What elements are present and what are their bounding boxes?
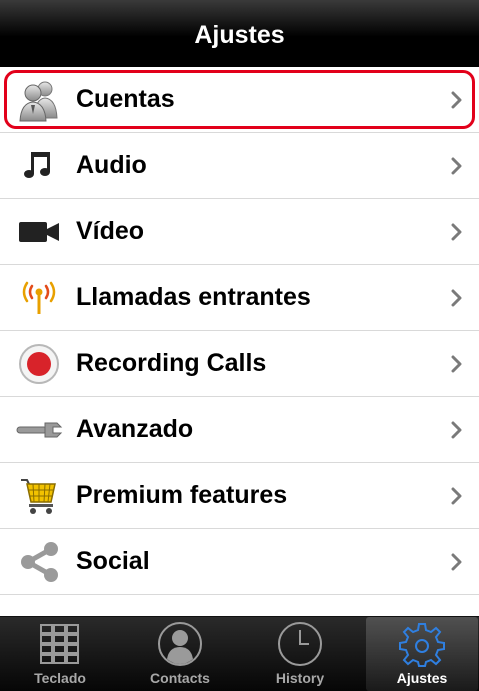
settings-item-label: Cuentas (76, 85, 175, 113)
settings-item-label: Vídeo (76, 217, 145, 245)
page-title: Ajustes (194, 21, 285, 49)
settings-item-llamadas-entrantes[interactable]: Llamadas entrantes (0, 265, 479, 331)
settings-item-audio[interactable]: Audio (0, 133, 479, 199)
chevron-right-icon (447, 289, 467, 307)
settings-list[interactable]: Cuentas Audio Vídeo Llamadas entrantes R… (0, 67, 479, 616)
record-icon (14, 339, 64, 389)
settings-item-label: Social (76, 547, 150, 575)
tab-contacts[interactable]: Contacts (120, 617, 240, 691)
settings-item-partial[interactable] (0, 595, 479, 616)
tab-label: Ajustes (396, 670, 448, 686)
antenna-icon (14, 273, 64, 323)
clock-icon (276, 620, 324, 668)
chevron-right-icon (447, 421, 467, 439)
keypad-icon (36, 620, 84, 668)
settings-item-label: Llamadas entrantes (76, 283, 311, 311)
chevron-right-icon (447, 157, 467, 175)
gear-icon (398, 620, 446, 668)
tab-ajustes[interactable]: Ajustes (366, 617, 478, 691)
share-icon (14, 537, 64, 587)
chevron-right-icon (447, 487, 467, 505)
chevron-right-icon (447, 91, 467, 109)
settings-item-label: Premium features (76, 481, 288, 509)
chevron-right-icon (447, 553, 467, 571)
navigation-bar: Ajustes (0, 0, 479, 67)
settings-item-label: Recording Calls (76, 349, 267, 377)
tab-bar: Teclado Contacts History Ajustes (0, 616, 479, 691)
settings-item-premium-features[interactable]: Premium features (0, 463, 479, 529)
partial-item-icon (14, 603, 64, 617)
settings-item-video[interactable]: Vídeo (0, 199, 479, 265)
settings-item-avanzado[interactable]: Avanzado (0, 397, 479, 463)
settings-item-cuentas[interactable]: Cuentas (0, 67, 479, 133)
accounts-icon (14, 75, 64, 125)
chevron-right-icon (447, 355, 467, 373)
chevron-right-icon (447, 223, 467, 241)
tab-teclado[interactable]: Teclado (0, 617, 120, 691)
settings-item-social[interactable]: Social (0, 529, 479, 595)
tab-label: Teclado (34, 670, 86, 686)
shopping-cart-icon (14, 471, 64, 521)
settings-item-recording-calls[interactable]: Recording Calls (0, 331, 479, 397)
tab-label: History (275, 670, 325, 686)
tab-history[interactable]: History (240, 617, 360, 691)
settings-item-label: Audio (76, 151, 147, 179)
settings-item-label: Avanzado (76, 415, 194, 443)
contacts-icon (156, 620, 204, 668)
video-camera-icon (14, 207, 64, 257)
tab-label: Contacts (150, 670, 210, 686)
wrench-icon (14, 405, 64, 455)
music-note-icon (14, 141, 64, 191)
